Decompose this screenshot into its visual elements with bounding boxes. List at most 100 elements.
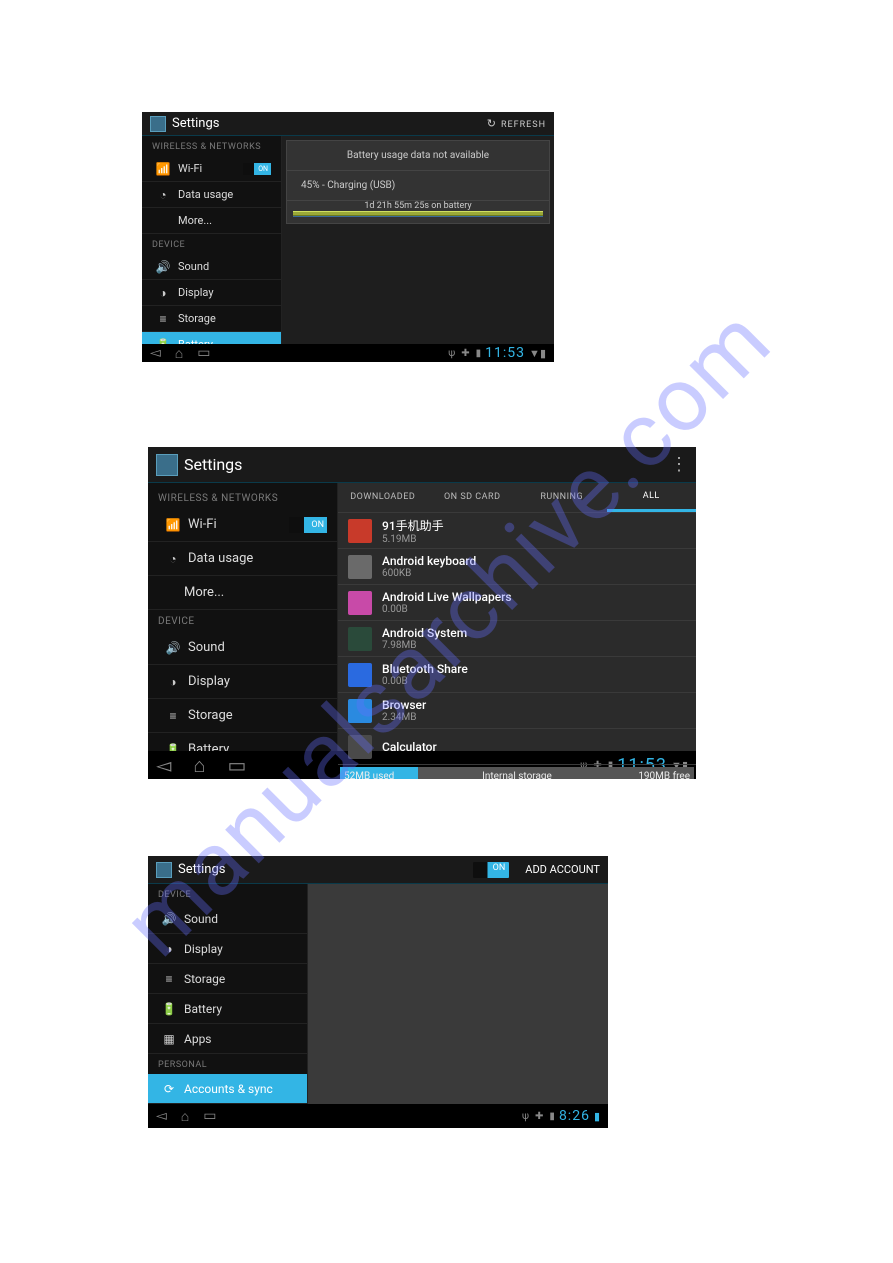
sidebar-item-apps[interactable]: ▦ Apps xyxy=(148,1024,307,1054)
debug-icon: ✚ xyxy=(535,1111,543,1122)
tab-running[interactable]: RUNNING xyxy=(517,483,607,512)
header-bar: Settings REFRESH xyxy=(142,112,554,136)
battery-graph[interactable]: 1d 21h 55m 25s on battery xyxy=(293,203,543,217)
app-size: 7.98MB xyxy=(382,640,467,651)
sidebar-item-display[interactable]: ◑ Display xyxy=(148,665,337,699)
tab-downloaded[interactable]: DOWNLOADED xyxy=(338,483,428,512)
add-account-button[interactable]: ADD ACCOUNT xyxy=(525,863,600,876)
sidebar-item-wifi[interactable]: 📶 Wi-Fi ON xyxy=(148,508,337,542)
sidebar-item-display[interactable]: ◑ Display xyxy=(142,280,281,306)
apps-icon: ▦ xyxy=(162,1032,176,1046)
sidebar-item-data-usage[interactable]: ◔ Data usage xyxy=(142,182,281,208)
sidebar-item-battery[interactable]: 🔋 Battery xyxy=(148,994,307,1024)
app-icon xyxy=(348,627,372,651)
storage-bar: 52MB used Internal storage 190MB free xyxy=(340,767,694,779)
section-personal: PERSONAL xyxy=(148,1054,307,1074)
sd-icon: ▮ xyxy=(549,1111,555,1122)
sidebar-item-accounts-sync[interactable]: ⟳ Accounts & sync xyxy=(148,1074,307,1104)
system-navbar: ◅ ⌂ ▭ ψ ✚ ▮ 11:53 ▼ ▮ xyxy=(142,344,554,362)
apps-content: DOWNLOADED ON SD CARD RUNNING ALL 91手机助手… xyxy=(338,483,696,751)
sound-icon: 🔊 xyxy=(166,641,180,655)
sidebar-item-storage[interactable]: ≡ Storage xyxy=(148,699,337,733)
sidebar-item-storage[interactable]: ≡ Storage xyxy=(148,964,307,994)
sidebar-item-label: Accounts & sync xyxy=(184,1082,297,1096)
sidebar-item-display[interactable]: ◑ Display xyxy=(148,934,307,964)
app-row[interactable]: Android System7.98MB xyxy=(338,621,696,657)
app-row[interactable]: Android Live Wallpapers0.00B xyxy=(338,585,696,621)
app-name: Bluetooth Share xyxy=(382,662,468,676)
app-row[interactable]: 91手机助手5.19MB xyxy=(338,513,696,549)
battery-row-charging[interactable]: 45% - Charging (USB) xyxy=(287,171,549,201)
wifi-toggle[interactable]: ON xyxy=(289,517,327,533)
sidebar-item-label: Wi-Fi xyxy=(178,162,243,175)
sync-toggle[interactable] xyxy=(473,862,509,878)
sidebar-item-label: Storage xyxy=(178,312,271,325)
header-title: Settings xyxy=(172,116,487,131)
sidebar-item-label: Battery xyxy=(184,1002,297,1016)
header-bar: Settings ADD ACCOUNT xyxy=(148,856,608,884)
header-title: Settings xyxy=(184,455,670,474)
battery-graph-bar xyxy=(293,211,543,217)
app-name: Android System xyxy=(382,626,467,640)
sidebar-item-label: Apps xyxy=(184,1032,297,1046)
battery-status-icon: ▮ xyxy=(594,1110,600,1123)
sidebar-item-battery[interactable]: 🔋 Battery xyxy=(142,332,281,344)
app-row[interactable]: Android keyboard600KB xyxy=(338,549,696,585)
sidebar-item-data-usage[interactable]: ◔ Data usage xyxy=(148,542,337,576)
app-size: 0.00B xyxy=(382,604,512,615)
data-usage-icon: ◔ xyxy=(156,188,170,202)
battery-icon: 🔋 xyxy=(156,338,170,345)
display-icon: ◑ xyxy=(162,942,176,956)
sidebar-item-storage[interactable]: ≡ Storage xyxy=(142,306,281,332)
wifi-toggle[interactable]: ON xyxy=(243,163,271,175)
sidebar-item-sound[interactable]: 🔊 Sound xyxy=(148,904,307,934)
app-row[interactable]: Bluetooth Share0.00B xyxy=(338,657,696,693)
sidebar-item-sound[interactable]: 🔊 Sound xyxy=(148,631,337,665)
sidebar-item-label: Storage xyxy=(188,708,327,723)
clock: 8:26 xyxy=(559,1108,590,1124)
sidebar-item-label: Data usage xyxy=(178,188,271,201)
sidebar-item-more[interactable]: More... xyxy=(148,576,337,610)
sidebar-item-more[interactable]: More... xyxy=(142,208,281,234)
app-row[interactable]: Calculator xyxy=(338,729,696,765)
usb-icon: ψ xyxy=(448,348,455,359)
sd-icon: ▮ xyxy=(476,348,482,359)
battery-graph-caption: 1d 21h 55m 25s on battery xyxy=(293,201,543,211)
sidebar-item-label: Battery xyxy=(178,338,271,344)
home-button[interactable]: ⌂ xyxy=(181,1108,189,1125)
tab-all[interactable]: ALL xyxy=(607,483,697,512)
recent-button[interactable]: ▭ xyxy=(227,753,246,777)
recent-button[interactable]: ▭ xyxy=(203,1108,216,1124)
overflow-menu-icon[interactable]: ⋮ xyxy=(670,460,688,470)
app-list[interactable]: 91手机助手5.19MBAndroid keyboard600KBAndroid… xyxy=(338,513,696,765)
app-icon xyxy=(348,519,372,543)
settings-sidebar: WIRELESS & NETWORKS 📶 Wi-Fi ON ◔ Data us… xyxy=(142,136,282,344)
back-button[interactable]: ◅ xyxy=(156,1108,167,1124)
home-button[interactable]: ⌂ xyxy=(175,345,183,362)
data-usage-icon: ◔ xyxy=(166,552,180,566)
app-size: 0.00B xyxy=(382,676,468,687)
app-icon xyxy=(348,699,372,723)
sync-icon: ⟳ xyxy=(162,1082,176,1096)
back-button[interactable]: ◅ xyxy=(156,753,171,777)
system-navbar: ◅ ⌂ ▭ ψ ✚ ▮ 8:26 ▮ xyxy=(148,1104,608,1128)
app-row[interactable]: Browser2.34MB xyxy=(338,693,696,729)
sidebar-item-wifi[interactable]: 📶 Wi-Fi ON xyxy=(142,156,281,182)
sidebar-item-label: Sound xyxy=(178,260,271,273)
recent-button[interactable]: ▭ xyxy=(197,345,210,361)
sidebar-item-label: Display xyxy=(188,674,327,689)
app-name: Calculator xyxy=(382,740,437,754)
app-icon xyxy=(348,663,372,687)
sidebar-item-sound[interactable]: 🔊 Sound xyxy=(142,254,281,280)
back-button[interactable]: ◅ xyxy=(150,345,161,361)
debug-icon: ✚ xyxy=(461,348,469,359)
refresh-button[interactable]: REFRESH xyxy=(487,117,546,130)
header-title: Settings xyxy=(178,862,473,877)
sidebar-item-battery[interactable]: 🔋 Battery xyxy=(148,733,337,751)
tab-sdcard[interactable]: ON SD CARD xyxy=(428,483,518,512)
home-button[interactable]: ⌂ xyxy=(193,753,205,778)
battery-status-icon: ▮ xyxy=(540,347,546,360)
storage-icon: ≡ xyxy=(162,972,176,986)
wifi-icon: 📶 xyxy=(156,162,170,176)
usb-icon: ψ xyxy=(522,1111,529,1122)
